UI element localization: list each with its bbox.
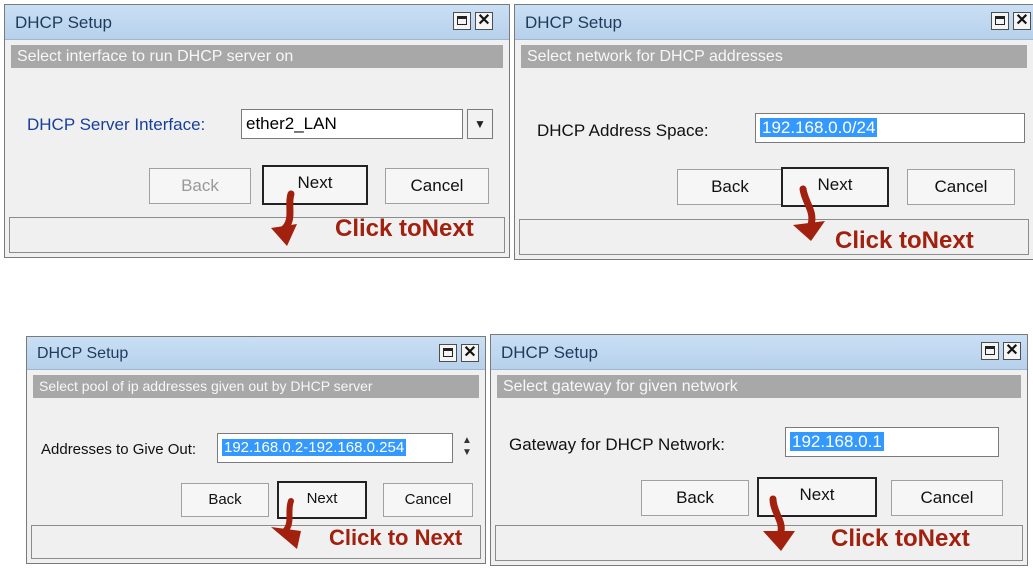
back-button[interactable]: Back — [677, 169, 783, 205]
annotation-label: Click toNext — [335, 215, 474, 242]
field-label: Addresses to Give Out: — [41, 441, 197, 458]
address-space-value: 192.168.0.0/24 — [760, 118, 878, 137]
cancel-button[interactable]: Cancel — [891, 480, 1003, 516]
close-icon[interactable]: ✕ — [475, 12, 493, 30]
title-bar[interactable]: DHCP Setup ✕ — [515, 5, 1033, 40]
back-button[interactable]: Back — [641, 480, 749, 516]
address-pool-value: 192.168.0.2-192.168.0.254 — [222, 439, 407, 456]
annotation-label: Click toNext — [831, 525, 970, 552]
pointer-arrow-icon — [271, 498, 301, 549]
title-bar[interactable]: DHCP Setup ✕ — [491, 335, 1027, 370]
restore-icon[interactable] — [439, 344, 457, 362]
field-label: DHCP Address Space: — [537, 121, 709, 140]
address-pool-input[interactable]: 192.168.0.2-192.168.0.254 — [217, 433, 453, 463]
close-icon[interactable]: ✕ — [461, 344, 479, 362]
step-description: Select interface to run DHCP server on — [11, 45, 503, 68]
cancel-button[interactable]: Cancel — [385, 168, 489, 204]
interface-value: ether2_LAN — [246, 114, 337, 133]
cancel-button[interactable]: Cancel — [907, 169, 1015, 205]
annotation-label: Click to Next — [329, 525, 463, 550]
interface-select[interactable]: ether2_LAN — [241, 109, 463, 139]
step-description: Select gateway for given network — [497, 375, 1021, 398]
field-label: Gateway for DHCP Network: — [509, 435, 726, 454]
cancel-button[interactable]: Cancel — [383, 483, 473, 517]
dhcp-setup-dialog-pool: DHCP Setup ✕ Select pool of ip addresses… — [26, 336, 486, 564]
spinner-icon[interactable]: ▲ ▼ — [459, 435, 475, 461]
back-button[interactable]: Back — [149, 168, 251, 204]
dropdown-arrow-icon[interactable]: ▼ — [467, 109, 493, 139]
pointer-arrow-icon — [763, 495, 795, 551]
gateway-value: 192.168.0.1 — [790, 432, 884, 451]
back-button[interactable]: Back — [181, 483, 269, 517]
step-description: Select network for DHCP addresses — [521, 45, 1027, 68]
title-bar[interactable]: DHCP Setup ✕ — [5, 5, 509, 40]
title-bar[interactable]: DHCP Setup ✕ — [27, 337, 485, 370]
pointer-arrow-icon — [271, 190, 297, 246]
step-description: Select pool of ip addresses given out by… — [33, 375, 479, 398]
window-title: DHCP Setup — [37, 345, 129, 362]
dhcp-setup-dialog-gateway: DHCP Setup ✕ Select gateway for given ne… — [490, 334, 1028, 566]
restore-icon[interactable] — [981, 342, 999, 360]
dhcp-setup-dialog-interface: DHCP Setup ✕ Select interface to run DHC… — [4, 4, 510, 258]
close-icon[interactable]: ✕ — [1013, 12, 1031, 30]
window-title: DHCP Setup — [525, 13, 623, 32]
restore-icon[interactable] — [991, 12, 1009, 30]
address-space-input[interactable]: 192.168.0.0/24 — [755, 113, 1025, 143]
gateway-input[interactable]: 192.168.0.1 — [785, 427, 999, 457]
annotation-label: Click toNext — [835, 227, 974, 254]
field-label: DHCP Server Interface: — [27, 115, 206, 134]
restore-icon[interactable] — [453, 12, 471, 30]
window-title: DHCP Setup — [501, 343, 599, 362]
close-icon[interactable]: ✕ — [1003, 342, 1021, 360]
dhcp-setup-dialog-network: DHCP Setup ✕ Select network for DHCP add… — [514, 4, 1033, 260]
window-title: DHCP Setup — [15, 13, 113, 32]
